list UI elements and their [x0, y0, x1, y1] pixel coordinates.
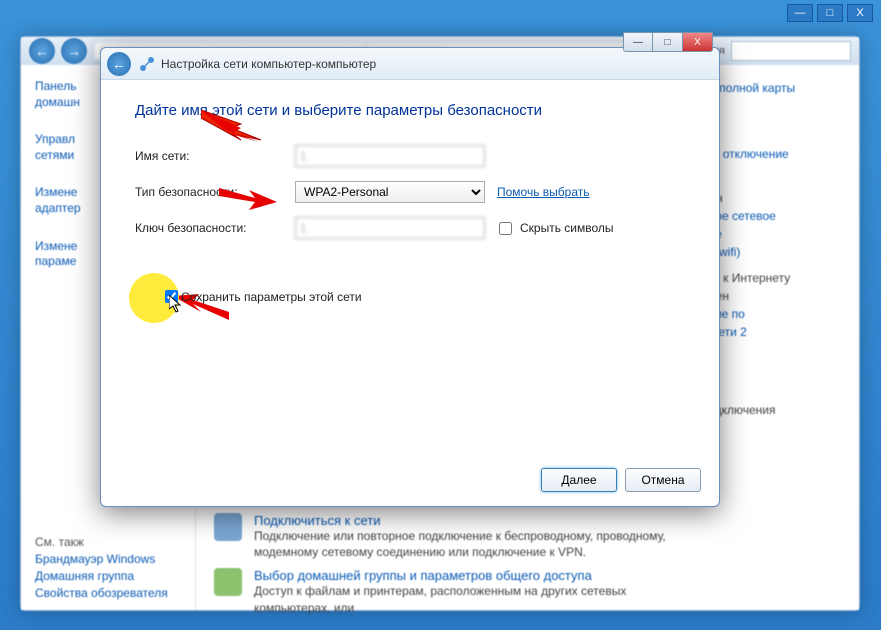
arrow-annotation-2 [219, 180, 279, 216]
help-choose-link[interactable]: Помочь выбрать [497, 185, 590, 199]
cancel-button[interactable]: Отмена [625, 468, 701, 492]
outer-close-button[interactable]: X [847, 4, 873, 22]
network-name-label: Имя сети: [135, 149, 295, 163]
dialog-title: Настройка сети компьютер-компьютер [161, 57, 713, 71]
security-key-label: Ключ безопасности: [135, 221, 295, 235]
dialog-maximize-button[interactable]: □ [653, 32, 683, 52]
dialog-footer: Далее Отмена [541, 468, 701, 492]
homegroup-icon [214, 568, 242, 596]
wizard-dialog: — □ X ← Настройка сети компьютер-компьют… [100, 47, 720, 507]
see-also-header: См. такж [35, 535, 168, 549]
cursor-icon [169, 295, 185, 316]
security-key-input[interactable] [295, 217, 485, 239]
dialog-back-button[interactable]: ← [107, 52, 131, 76]
nav-forward-button[interactable]: → [61, 38, 87, 64]
homegroup-desc: Доступ к файлам и принтерам, расположенн… [254, 583, 671, 615]
homegroup-title: Выбор домашней группы и параметров общег… [254, 568, 671, 583]
connect-network-desc: Подключение или повторное подключение к … [254, 528, 671, 560]
dialog-window-controls: — □ X [623, 32, 713, 52]
network-icon [214, 513, 242, 541]
search-input[interactable] [731, 41, 851, 61]
dialog-titlebar: ← Настройка сети компьютер-компьютер [101, 48, 719, 80]
next-button[interactable]: Далее [541, 468, 617, 492]
hide-chars-checkbox[interactable] [499, 222, 512, 235]
link-internet-options[interactable]: Свойства обозревателя [35, 586, 168, 600]
see-also: См. такж Брандмауэр Windows Домашняя гру… [35, 532, 168, 600]
link-firewall[interactable]: Брандмауэр Windows [35, 552, 168, 566]
network-name-input[interactable] [295, 145, 485, 167]
dialog-close-button[interactable]: X [683, 32, 713, 52]
arrow-annotation-1 [201, 110, 261, 146]
nav-back-button[interactable]: ← [29, 38, 55, 64]
save-network-label: Сохранить параметры этой сети [181, 290, 362, 304]
connect-network-title: Подключиться к сети [254, 513, 671, 528]
outer-maximize-button[interactable]: □ [817, 4, 843, 22]
hide-chars-label: Скрыть символы [520, 221, 614, 235]
save-network-row: Сохранить параметры этой сети [135, 287, 685, 306]
link-homegroup[interactable]: Домашняя группа [35, 569, 168, 583]
network-adhoc-icon [139, 56, 155, 72]
homegroup-item[interactable]: Выбор домашней группы и параметров общег… [214, 568, 671, 615]
outer-window-controls: — □ X [787, 4, 873, 22]
security-type-select[interactable]: WPA2-Personal [295, 181, 485, 203]
outer-minimize-button[interactable]: — [787, 4, 813, 22]
connect-network-item[interactable]: Подключиться к сети Подключение или повт… [214, 513, 671, 560]
dialog-minimize-button[interactable]: — [623, 32, 653, 52]
